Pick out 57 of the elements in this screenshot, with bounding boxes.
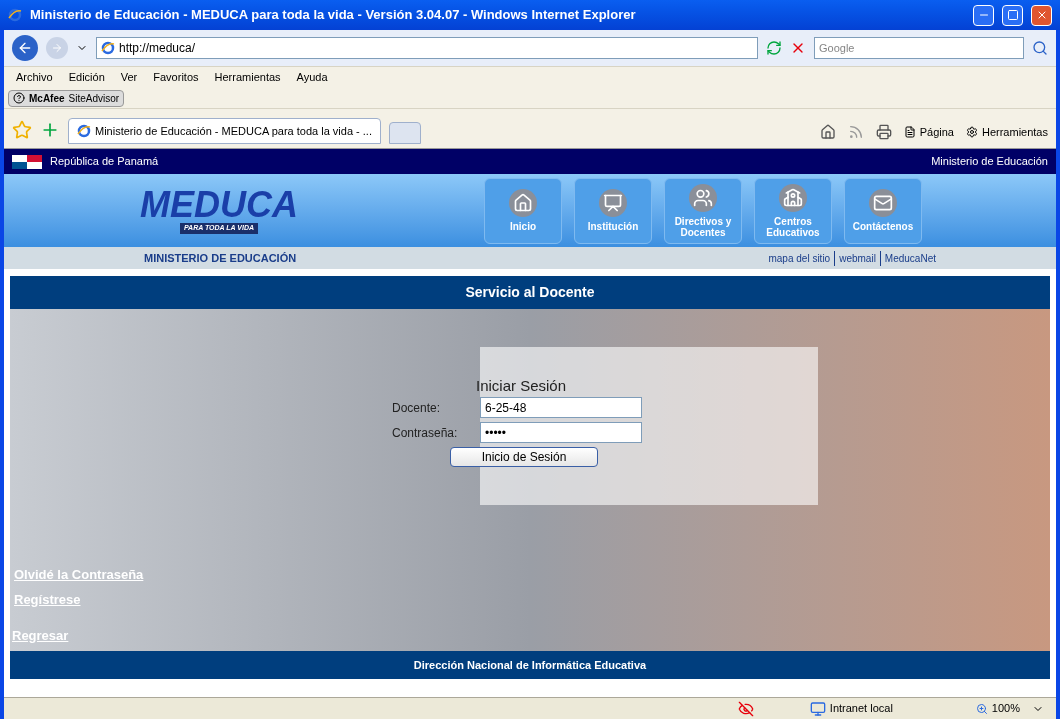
siteadvisor-button[interactable]: McAfee SiteAdvisor [8, 89, 125, 107]
flag-icon [12, 154, 42, 169]
privacy-icon[interactable] [737, 700, 754, 717]
ministry-label: Ministerio de Educación [931, 154, 1048, 170]
people-icon [693, 187, 713, 208]
zone-label: Intranet local [809, 700, 960, 717]
refresh-icon[interactable] [766, 40, 782, 56]
close-button[interactable] [1031, 4, 1052, 26]
network-monitor-icon [809, 700, 826, 717]
minimize-button[interactable] [973, 4, 994, 26]
home-icon[interactable] [819, 123, 836, 140]
text-field[interactable]: 6-25-48 [480, 397, 642, 418]
page-menu[interactable]: Página [903, 123, 954, 140]
page-icon [77, 124, 91, 138]
feed-icon[interactable] [847, 123, 864, 140]
zoom-icon [975, 702, 988, 715]
school-icon [783, 187, 803, 208]
chart-board-icon [603, 193, 623, 213]
login-button[interactable]: Inicio de Sesión [450, 447, 598, 467]
back-button[interactable] [12, 35, 38, 61]
url-text: http://meduca/ [119, 40, 196, 57]
page-icon [101, 41, 115, 55]
tools-menu[interactable]: Herramientas [965, 123, 1048, 140]
section-title-bar: Servicio al Docente [10, 276, 1050, 309]
browser-tab[interactable]: Ministerio de Educación - MEDUCA para toda la vida - ... [68, 118, 381, 144]
header-link[interactable]: mapa del sitio [768, 250, 831, 266]
print-icon[interactable] [875, 123, 892, 140]
search-field[interactable]: Google [814, 37, 1024, 59]
restore-button[interactable] [1002, 4, 1023, 26]
favorites-star-icon[interactable] [12, 120, 32, 140]
question-icon [13, 92, 25, 104]
restore-icon [1006, 9, 1019, 21]
ministry-heading: MINISTERIO DE EDUCACIÓN [144, 250, 297, 266]
header-link[interactable]: webmail [834, 250, 876, 266]
window-title: Ministerio de Educación - MEDUCA para toda la vida - Versión 3.04.07 - Windows Internet Explorer [30, 6, 637, 25]
gear-icon [965, 125, 978, 138]
country-label: República de Panamá [50, 154, 159, 170]
text-field[interactable]: ••••• [480, 422, 642, 443]
menu-item[interactable]: Edición [68, 69, 105, 86]
address-field[interactable]: http://meduca/ [96, 37, 758, 59]
house-icon [513, 193, 533, 213]
menu-item[interactable]: Herramientas [214, 69, 281, 86]
forward-arrow-icon [51, 42, 63, 54]
browser-logo-icon [8, 8, 22, 22]
menu-item[interactable]: Ver [120, 69, 138, 86]
menu-item[interactable]: Archivo [16, 69, 53, 86]
menu-item[interactable]: Ayuda [296, 69, 328, 86]
zoom-control[interactable]: 100% [975, 700, 1044, 717]
footer-bar: Dirección Nacional de Informática Educativa [10, 651, 1050, 679]
login-title: Iniciar Sesión [476, 376, 567, 396]
field-label: Contraseña: [392, 424, 459, 442]
page-icon [903, 125, 916, 138]
header-link[interactable]: MeducaNet [879, 250, 936, 266]
search-icon[interactable] [1032, 40, 1048, 56]
menu-item[interactable]: Favoritos [153, 69, 199, 86]
envelope-icon [873, 193, 893, 213]
field-label: Docente: [392, 399, 442, 417]
